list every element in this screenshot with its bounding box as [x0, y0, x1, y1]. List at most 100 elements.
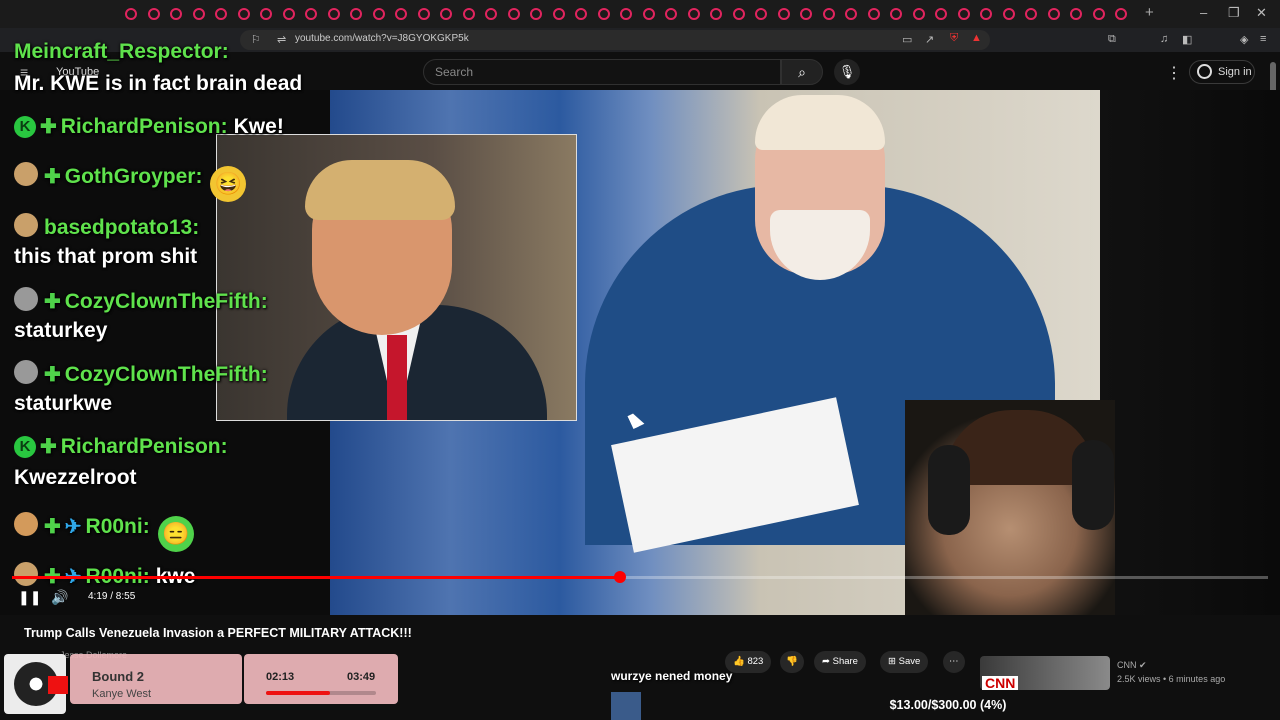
- sidebar-icon[interactable]: ◧: [1182, 33, 1192, 46]
- video-scrubber[interactable]: [614, 571, 626, 583]
- verified-icon: ✔: [1139, 660, 1147, 670]
- browser-tab[interactable]: [1025, 8, 1037, 20]
- browser-tab[interactable]: [620, 8, 632, 20]
- recommended-channel[interactable]: CNN ✔: [1117, 660, 1147, 671]
- rewards-icon[interactable]: ▲: [971, 32, 982, 44]
- browser-tab[interactable]: [867, 8, 880, 20]
- browser-tab[interactable]: [1002, 8, 1015, 20]
- more-options-icon[interactable]: ⋮: [1166, 63, 1182, 83]
- pause-icon[interactable]: ❚❚: [18, 589, 41, 606]
- screen-icon[interactable]: ▭: [902, 33, 912, 46]
- sign-in-label: Sign in: [1218, 66, 1252, 78]
- browser-tab[interactable]: [440, 8, 452, 20]
- chat-avatar: [14, 512, 38, 536]
- subscriber-badge-icon: ✚: [44, 516, 61, 538]
- browser-tab[interactable]: [1047, 8, 1060, 20]
- close-window-icon[interactable]: ✕: [1256, 5, 1267, 21]
- browser-tab[interactable]: [687, 8, 700, 20]
- song-elapsed: 02:13: [266, 671, 295, 683]
- browser-tab[interactable]: [507, 8, 520, 20]
- browser-tab[interactable]: [800, 8, 812, 20]
- browser-tab[interactable]: [935, 8, 947, 20]
- browser-tab[interactable]: [957, 8, 970, 20]
- donation-goal: $13.00/$300.00 (4%): [889, 698, 1007, 712]
- browser-tab[interactable]: [1070, 8, 1082, 20]
- chat-message: ✚ CozyClownTheFifth:: [14, 287, 268, 314]
- browser-tab[interactable]: [732, 8, 745, 20]
- chat-text: Kwezzelroot: [14, 466, 137, 489]
- dislike-button[interactable]: 👎: [780, 651, 804, 673]
- chat-emote-icon: 😆: [210, 166, 247, 202]
- brave-shield-icon[interactable]: ⛨: [950, 32, 958, 45]
- chat-username: basedpotato13:: [44, 216, 200, 239]
- chat-username: CozyClownTheFifth:: [64, 290, 268, 313]
- minimize-icon[interactable]: –: [1200, 5, 1207, 20]
- search-placeholder: Search: [435, 65, 474, 79]
- media-icon[interactable]: ♫: [1160, 33, 1168, 45]
- browser-tab[interactable]: [1092, 8, 1105, 20]
- browser-tab[interactable]: [912, 8, 925, 20]
- share-page-icon[interactable]: ↗: [925, 33, 934, 46]
- chat-message: Meincraft_Respector:: [14, 40, 229, 64]
- browser-tab[interactable]: [777, 8, 790, 20]
- browser-tab[interactable]: [1115, 8, 1127, 20]
- search-button[interactable]: ⌕: [781, 59, 823, 85]
- browser-tab[interactable]: [395, 8, 407, 20]
- chat-message: K ✚ RichardPenison: Kwe!: [14, 114, 284, 139]
- browser-tab[interactable]: [575, 8, 587, 20]
- browser-tab[interactable]: [710, 8, 722, 20]
- song-duration: 03:49: [347, 671, 376, 683]
- menu-icon[interactable]: ≡: [1260, 33, 1266, 45]
- chat-username: CozyClownTheFifth:: [64, 363, 268, 386]
- subscriber-badge-icon: ✚: [44, 364, 61, 386]
- chat-avatar: [14, 287, 38, 311]
- subscriber-badge-icon: ✚: [44, 291, 61, 313]
- volume-icon[interactable]: 🔊: [51, 589, 68, 606]
- browser-tab[interactable]: [980, 8, 992, 20]
- inset-tie: [387, 335, 407, 420]
- chat-avatar: [14, 562, 38, 586]
- browser-tab[interactable]: [552, 8, 565, 20]
- browser-tab[interactable]: [462, 8, 475, 20]
- browser-tab[interactable]: [530, 8, 542, 20]
- song-artist: Kanye West: [92, 688, 152, 700]
- maximize-icon[interactable]: ❐: [1228, 5, 1240, 21]
- video-progress-fill: [12, 576, 620, 579]
- kick-badge-icon: K: [14, 116, 36, 138]
- browser-tab[interactable]: [642, 8, 655, 20]
- browser-tab[interactable]: [597, 8, 610, 20]
- browser-tab[interactable]: [372, 8, 385, 20]
- album-art-accent: [48, 676, 68, 694]
- chat-avatar: [14, 360, 38, 384]
- wallet-icon[interactable]: ◈: [1240, 33, 1248, 46]
- chat-avatar: [14, 162, 38, 186]
- chat-text: Mr. KWE is in fact brain dead: [14, 72, 303, 95]
- voice-search-button[interactable]: 🎙: [834, 59, 860, 85]
- browser-tab[interactable]: [822, 8, 835, 20]
- kick-badge-icon: K: [14, 436, 36, 458]
- browser-tab[interactable]: [755, 8, 767, 20]
- video-title: Trump Calls Venezuela Invasion a PERFECT…: [24, 626, 412, 640]
- chat-username: R00ni:: [85, 515, 150, 538]
- save-button[interactable]: ⊞ Save: [880, 651, 929, 673]
- chat-text: staturkwe: [14, 392, 113, 415]
- screen: + – ❐ ✕ ⚐ ⇌ youtube.com/watch?v=J8GYOKGK…: [0, 0, 1280, 720]
- browser-tab[interactable]: [890, 8, 902, 20]
- thumbs-down-icon: 👎: [786, 656, 798, 667]
- chat-username: Meincraft_Respector:: [14, 40, 229, 63]
- share-button[interactable]: ➦ Share: [814, 651, 866, 673]
- browser-tab[interactable]: [485, 8, 497, 20]
- search-input[interactable]: [423, 59, 781, 85]
- recommended-logo: CNN: [982, 676, 1019, 690]
- tts-message: wurzye nened money: [611, 669, 733, 683]
- microphone-icon: 🎙: [838, 64, 856, 79]
- more-actions-button[interactable]: ⋯: [943, 651, 965, 673]
- extensions-icon[interactable]: ⧉: [1108, 33, 1116, 46]
- chat-message: basedpotato13:: [14, 213, 199, 240]
- browser-tab[interactable]: [417, 8, 430, 20]
- chat-username: GothGroyper:: [64, 165, 203, 188]
- chat-text: Kwe!: [233, 115, 284, 138]
- new-tab-icon[interactable]: +: [1145, 4, 1154, 21]
- browser-tab[interactable]: [665, 8, 677, 20]
- browser-tab[interactable]: [845, 8, 857, 20]
